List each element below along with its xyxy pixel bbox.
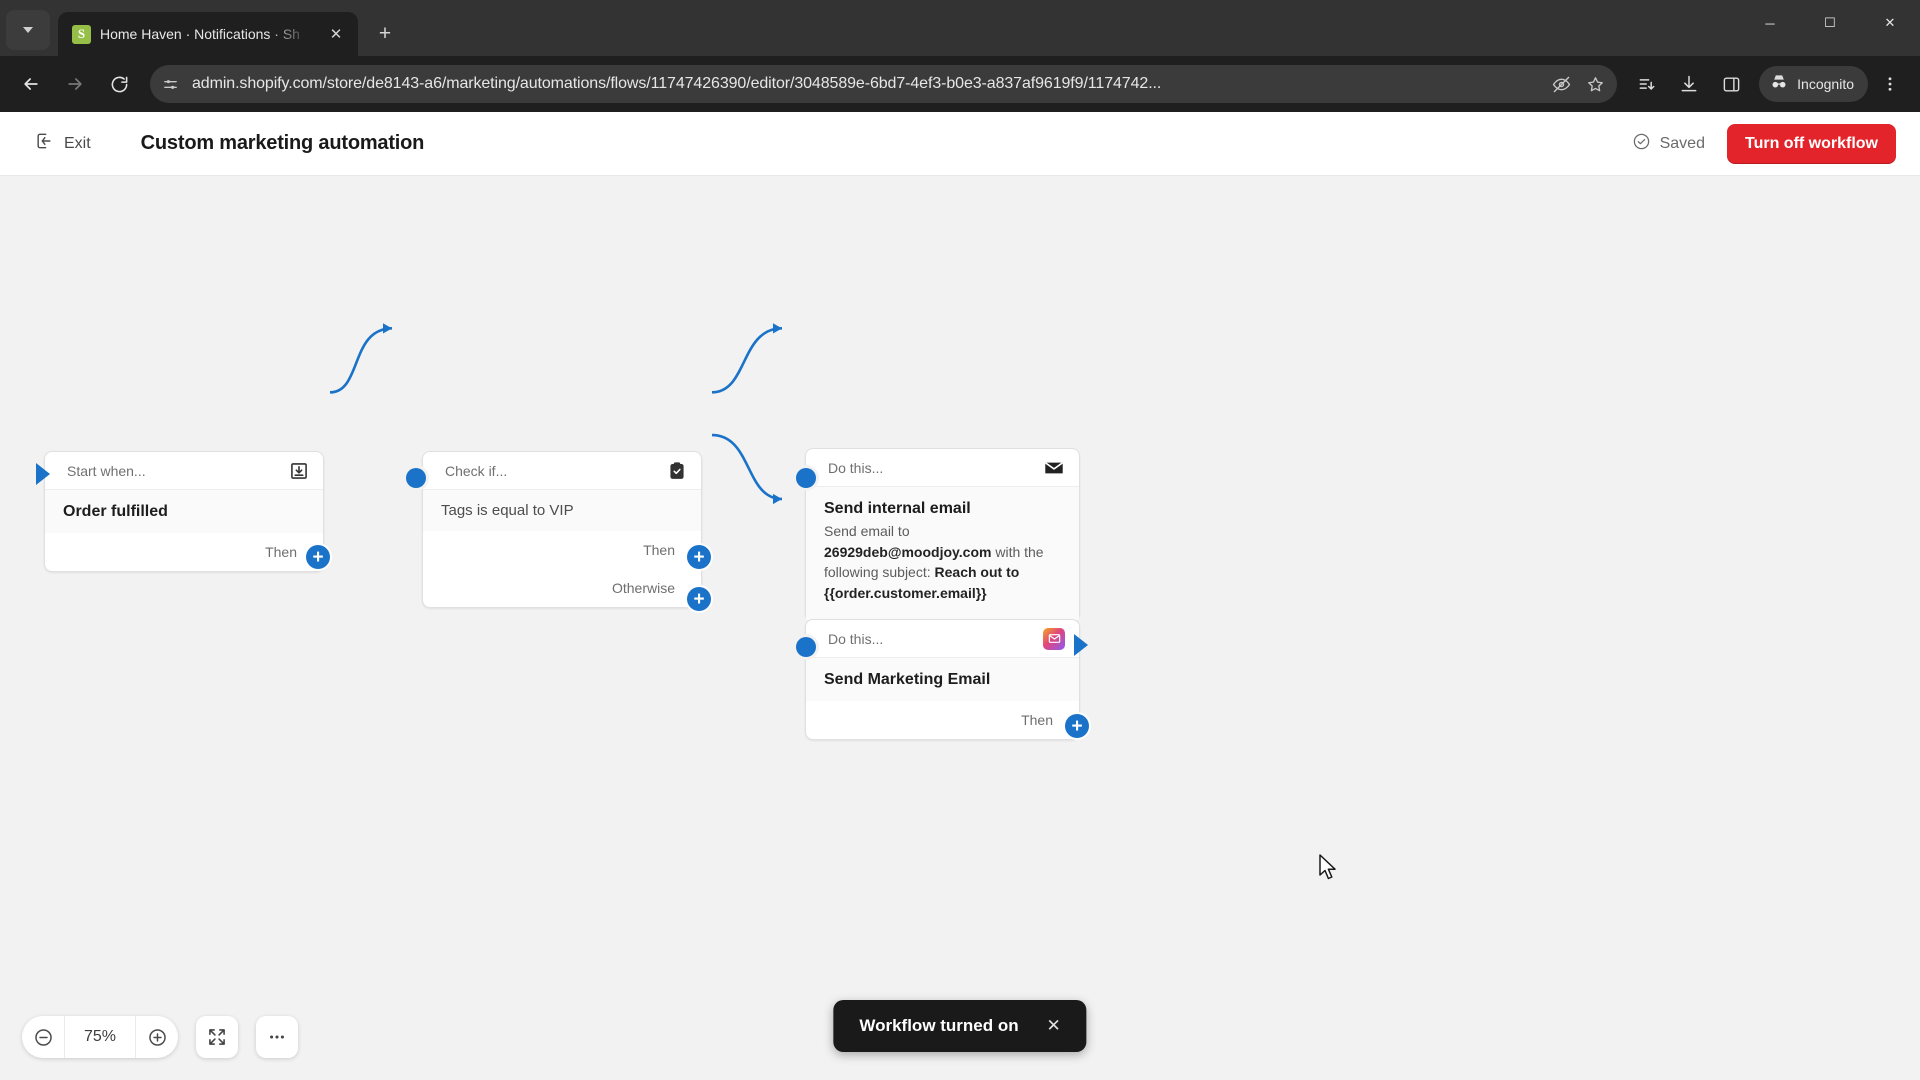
chevron-down-icon — [23, 27, 33, 33]
clipboard-check-icon — [667, 461, 687, 481]
new-tab-button[interactable]: + — [368, 17, 402, 51]
bookmark-star-icon[interactable] — [1579, 68, 1611, 100]
marketing-email-input-dot — [796, 637, 816, 657]
browser-window: S Home Haven · Notifications · Sh ✕ + ─ … — [0, 0, 1920, 1080]
add-step-button-then[interactable]: + — [687, 545, 711, 569]
marketing-email-output-marker — [1074, 634, 1088, 656]
node-header-label: Do this... — [828, 630, 884, 647]
add-step-button-trigger[interactable]: + — [306, 545, 330, 569]
node-footer-label: Then — [265, 544, 297, 560]
minus-circle-icon[interactable] — [22, 1016, 64, 1058]
site-settings-icon[interactable] — [154, 68, 186, 100]
internal-email-input-dot — [796, 468, 816, 488]
app-header: Exit Custom marketing automation Saved T… — [0, 112, 1920, 176]
zoom-control-group: 75% — [22, 1016, 178, 1058]
node-body: Tags is equal to VIP — [423, 490, 701, 531]
tab-search-button[interactable] — [6, 10, 50, 50]
mouse-cursor — [1319, 854, 1336, 880]
flow-node-internal-email[interactable]: Do this... Send internal email Send emai… — [805, 448, 1080, 621]
marketing-email-icon — [1043, 627, 1065, 650]
node-description: Send email to 26929deb@moodjoy.com with … — [824, 521, 1061, 604]
node-footer-label-then: Then — [643, 542, 675, 558]
node-title: Send Marketing Email — [824, 671, 991, 688]
side-panel-icon[interactable] — [1711, 64, 1751, 104]
maximize-icon[interactable]: ☐ — [1800, 0, 1860, 46]
desc-part-1: 26929deb@moodjoy.com — [824, 543, 992, 560]
split-view-icon[interactable] — [1627, 64, 1667, 104]
add-step-button-marketing[interactable]: + — [1065, 714, 1089, 738]
incognito-icon — [1769, 72, 1789, 97]
tab-close-icon[interactable]: ✕ — [324, 22, 348, 46]
node-title: Send internal email — [824, 500, 971, 517]
plus-circle-icon[interactable] — [136, 1016, 178, 1058]
flow-node-trigger[interactable]: Start when... Order fulfilled Then — [44, 451, 324, 572]
node-body: Send Marketing Email — [806, 658, 1079, 701]
flow-node-marketing-email[interactable]: Do this... Send Marketing Email Then — [805, 619, 1080, 740]
inbox-download-icon — [289, 461, 309, 481]
browser-tab[interactable]: S Home Haven · Notifications · Sh ✕ — [58, 12, 358, 56]
url-text[interactable]: admin.shopify.com/store/de8143-a6/market… — [186, 75, 1545, 93]
node-footer-otherwise: Otherwise — [423, 569, 701, 607]
trigger-input-marker — [36, 463, 50, 485]
more-options-button[interactable] — [256, 1016, 298, 1058]
browser-toolbar: admin.shopify.com/store/de8143-a6/market… — [0, 56, 1920, 112]
incognito-label: Incognito — [1797, 76, 1854, 92]
canvas-controls: 75% — [22, 1016, 298, 1058]
toast-close-icon[interactable]: ✕ — [1041, 1013, 1067, 1039]
node-header: Do this... — [806, 449, 1079, 487]
node-body: Send internal email Send email to 26929d… — [806, 487, 1079, 620]
node-footer: Then — [806, 701, 1079, 739]
incognito-indicator[interactable]: Incognito — [1759, 66, 1868, 102]
node-body: Order fulfilled — [45, 490, 323, 533]
zoom-level-value[interactable]: 75% — [64, 1016, 136, 1058]
turn-off-workflow-button[interactable]: Turn off workflow — [1726, 123, 1896, 164]
node-title: Order fulfilled — [63, 503, 168, 520]
flow-canvas[interactable]: Start when... Order fulfilled Then + Che… — [0, 176, 1920, 1080]
window-close-icon[interactable]: ✕ — [1860, 0, 1920, 46]
exit-icon — [34, 131, 54, 156]
save-status: Saved — [1632, 132, 1705, 156]
fit-to-screen-button[interactable] — [196, 1016, 238, 1058]
exit-button[interactable]: Exit — [24, 125, 101, 162]
node-header: Check if... — [423, 452, 701, 490]
exit-label: Exit — [64, 134, 91, 152]
shopify-favicon: S — [72, 24, 91, 44]
flow-node-condition[interactable]: Check if... Tags is equal to VIP Then Ot… — [422, 451, 702, 608]
eye-slash-icon[interactable] — [1545, 68, 1577, 100]
toast-message: Workflow turned on — [859, 1016, 1019, 1035]
window-controls: ─ ☐ ✕ — [1740, 0, 1920, 46]
node-footer-then: Then — [423, 531, 701, 569]
node-header: Start when... — [45, 452, 323, 490]
node-footer-label: Then — [1021, 712, 1053, 728]
envelope-icon — [1043, 457, 1065, 479]
download-icon[interactable] — [1669, 64, 1709, 104]
node-header: Do this... — [806, 620, 1079, 658]
header-actions: Saved Turn off workflow — [1632, 123, 1896, 164]
address-bar[interactable]: admin.shopify.com/store/de8143-a6/market… — [150, 65, 1618, 103]
node-footer: Then — [45, 533, 323, 571]
tab-title: Home Haven · Notifications · Sh — [100, 26, 300, 42]
back-arrow-icon[interactable] — [10, 63, 52, 105]
tab-strip: S Home Haven · Notifications · Sh ✕ + ─ … — [0, 0, 1920, 56]
node-header-label: Start when... — [67, 462, 146, 479]
node-header-label: Check if... — [445, 462, 508, 479]
three-dots-vertical-icon[interactable] — [1870, 64, 1910, 104]
add-step-button-otherwise[interactable]: + — [687, 587, 711, 611]
page-title: Custom marketing automation — [140, 132, 425, 154]
node-condition-text: Tags is equal to VIP — [441, 502, 574, 519]
reload-icon[interactable] — [98, 63, 140, 105]
minimize-icon[interactable]: ─ — [1740, 0, 1800, 46]
toast-notification: Workflow turned on ✕ — [833, 1000, 1087, 1052]
condition-input-dot — [406, 468, 426, 488]
forward-arrow-icon[interactable] — [54, 63, 96, 105]
desc-part-0: Send email to — [824, 523, 910, 539]
check-circle-icon — [1632, 132, 1651, 156]
save-status-label: Saved — [1659, 134, 1705, 152]
node-footer-label-otherwise: Otherwise — [611, 580, 675, 596]
node-header-label: Do this... — [828, 459, 884, 476]
